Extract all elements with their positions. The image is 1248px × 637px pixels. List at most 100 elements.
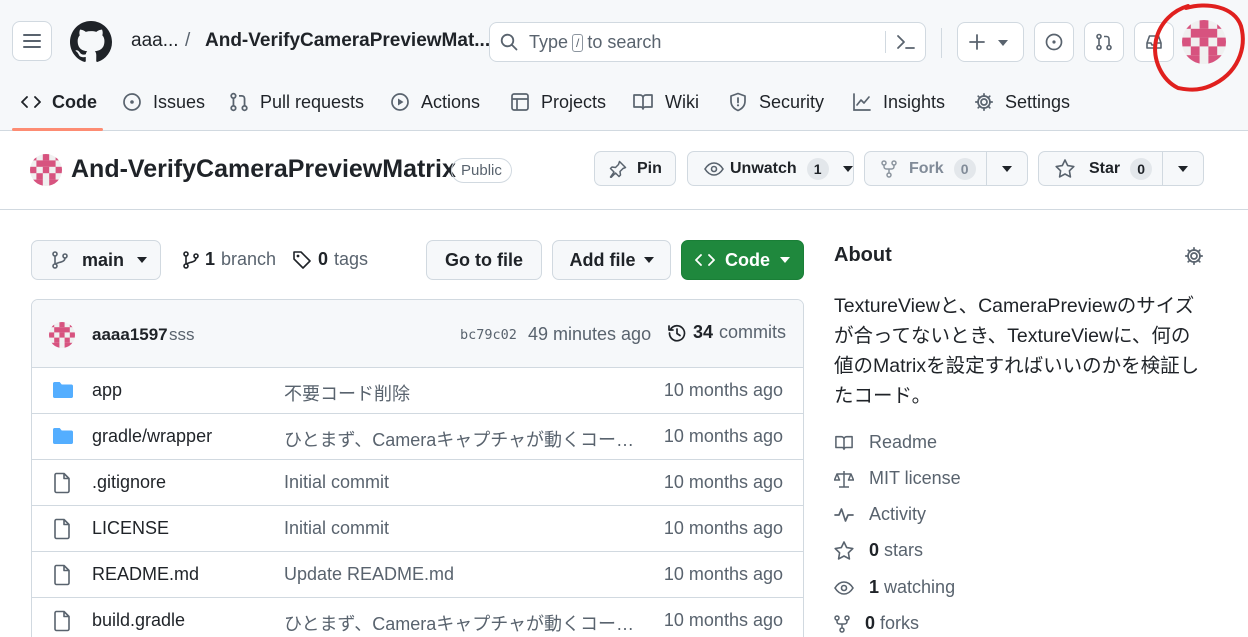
file-name[interactable]: README.md: [92, 564, 199, 585]
tab-issues[interactable]: Issues: [122, 86, 205, 118]
book-icon: [835, 435, 853, 450]
tag-word: tags: [334, 249, 369, 269]
tab-security[interactable]: Security: [728, 86, 824, 118]
file-commit-message[interactable]: Initial commit: [284, 472, 644, 493]
readme-label: Readme: [869, 432, 938, 452]
tab-settings[interactable]: Settings: [974, 86, 1070, 118]
user-avatar[interactable]: [1182, 20, 1226, 64]
activity-link[interactable]: Activity: [834, 504, 926, 525]
table-row[interactable]: app 不要コード削除 10 months ago: [32, 368, 803, 414]
branch-count: 1: [205, 249, 216, 269]
tab-projects[interactable]: Projects: [510, 86, 606, 118]
unwatch-button[interactable]: Unwatch 1: [687, 151, 854, 186]
file-commit-message[interactable]: ひとまず、Cameraキャプチャが動くコード…: [284, 426, 644, 452]
tab-insights[interactable]: Insights: [852, 86, 945, 118]
branches-link[interactable]: 1 branch: [183, 249, 276, 270]
file-name[interactable]: LICENSE: [92, 518, 169, 539]
gear-icon: [974, 92, 994, 112]
caret-down-icon: [780, 257, 790, 263]
repo-title[interactable]: And-VerifyCameraPreviewMatrix: [71, 155, 456, 184]
file-name[interactable]: .gitignore: [92, 472, 166, 493]
code-icon: [695, 254, 715, 266]
star-dropdown[interactable]: [1163, 152, 1203, 185]
issues-button[interactable]: [1034, 22, 1074, 62]
git-pull-request-icon: [1096, 33, 1112, 51]
file-commit-message[interactable]: 不要コード削除: [284, 380, 644, 406]
latest-commit-bar: aaaa1597 sss bc79c02 49 minutes ago 34 c…: [32, 300, 803, 368]
stars-link[interactable]: 0 stars: [834, 540, 923, 561]
add-file-button[interactable]: Add file: [552, 240, 671, 280]
tab-issues-label: Issues: [153, 91, 206, 112]
github-logo[interactable]: [70, 21, 112, 63]
search-input[interactable]: Type / to search: [489, 22, 926, 62]
inbox-button[interactable]: [1134, 22, 1174, 62]
eye-icon: [704, 161, 724, 176]
watching-count: 1: [869, 577, 880, 597]
file-commit-time: 10 months ago: [663, 472, 783, 492]
commit-author[interactable]: aaaa1597: [92, 325, 168, 345]
tab-wiki[interactable]: Wiki: [632, 86, 699, 118]
fork-button-group: Fork 0: [864, 151, 1028, 186]
readme-link[interactable]: Readme: [834, 432, 937, 453]
create-new-button[interactable]: [957, 22, 1024, 62]
pull-requests-button[interactable]: [1084, 22, 1124, 62]
file-name[interactable]: build.gradle: [92, 610, 185, 631]
search-divider: [885, 31, 886, 53]
watching-link[interactable]: 1 watching: [834, 577, 955, 598]
fork-dropdown[interactable]: [987, 152, 1027, 185]
header-separator: [941, 28, 942, 58]
commit-message[interactable]: sss: [169, 325, 195, 345]
fork-button[interactable]: Fork 0: [865, 152, 988, 185]
command-palette-icon[interactable]: [896, 34, 916, 50]
file-name[interactable]: app: [92, 380, 122, 401]
caret-down-icon: [643, 257, 654, 263]
breadcrumb-owner[interactable]: aaa...: [131, 30, 179, 52]
file-browser: aaaa1597 sss bc79c02 49 minutes ago 34 c…: [31, 299, 804, 637]
gear-icon[interactable]: [1184, 246, 1204, 266]
tab-actions[interactable]: Actions: [390, 86, 480, 118]
branch-select-button[interactable]: main: [31, 240, 161, 280]
file-commit-message[interactable]: ひとまず、Cameraキャプチャが動くコード…: [284, 610, 644, 636]
table-row[interactable]: .gitignore Initial commit 10 months ago: [32, 460, 803, 506]
watch-count: 1: [806, 157, 829, 180]
caret-down-icon: [1178, 165, 1188, 172]
eye-icon: [834, 580, 854, 595]
table-row[interactable]: gradle/wrapper ひとまず、Cameraキャプチャが動くコード… 1…: [32, 414, 803, 460]
search-shortcut-key: /: [572, 33, 584, 52]
play-icon: [391, 93, 409, 111]
book-icon: [633, 94, 653, 110]
star-count: 0: [1130, 157, 1153, 180]
code-clone-button[interactable]: Code: [681, 240, 804, 280]
folder-icon: [53, 428, 73, 444]
table-row[interactable]: build.gradle ひとまず、Cameraキャプチャが動くコード… 10 …: [32, 598, 803, 637]
tab-code[interactable]: Code: [21, 86, 97, 118]
plus-icon: [969, 34, 985, 50]
watching-word: watching: [884, 577, 956, 597]
forks-link[interactable]: 0 forks: [834, 613, 919, 634]
table-row[interactable]: LICENSE Initial commit 10 months ago: [32, 506, 803, 552]
commit-author-avatar[interactable]: [49, 322, 75, 348]
tags-link[interactable]: 0 tags: [292, 249, 368, 270]
pin-button[interactable]: Pin: [594, 151, 676, 186]
active-tab-indicator: [12, 128, 103, 131]
tag-count: 0: [318, 249, 329, 269]
table-row[interactable]: README.md Update README.md 10 months ago: [32, 552, 803, 598]
tab-wiki-label: Wiki: [665, 91, 699, 112]
inbox-icon: [1146, 35, 1162, 49]
file-commit-time: 10 months ago: [663, 610, 783, 630]
commit-sha[interactable]: bc79c02: [460, 327, 517, 343]
license-link[interactable]: MIT license: [834, 468, 961, 489]
star-button[interactable]: Star 0: [1039, 152, 1163, 185]
file-commit-message[interactable]: Update README.md: [284, 564, 644, 585]
breadcrumb-repo[interactable]: And-VerifyCameraPreviewMat...: [205, 30, 490, 52]
tab-pull-requests[interactable]: Pull requests: [229, 86, 364, 118]
repo-owner-avatar[interactable]: [30, 154, 62, 186]
file-name[interactable]: gradle/wrapper: [92, 426, 212, 447]
file-commit-message[interactable]: Initial commit: [284, 518, 644, 539]
table-icon: [511, 93, 529, 111]
commits-history-link[interactable]: 34 commits: [667, 322, 786, 343]
code-clone-label: Code: [725, 249, 770, 270]
menu-button[interactable]: [12, 21, 52, 61]
issue-opened-icon: [1045, 33, 1063, 51]
go-to-file-button[interactable]: Go to file: [426, 240, 542, 280]
